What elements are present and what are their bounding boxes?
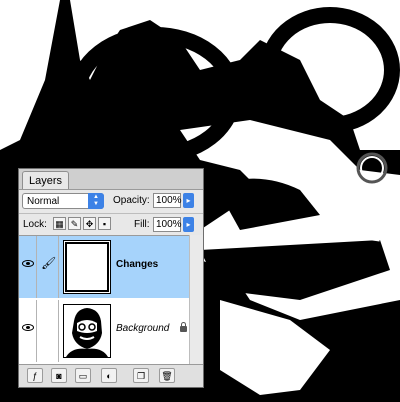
tab-layers[interactable]: Layers [22,171,70,189]
fill-field[interactable]: 100% [153,217,182,232]
lock-icon [180,322,187,332]
panel-tab-bar: Layers [19,169,203,190]
lock-paint-icon[interactable]: ✎ [68,217,81,230]
layer-thumbnail[interactable] [63,304,111,358]
layer-name: Changes [116,259,159,270]
new-group-icon[interactable]: ▭ [75,368,91,383]
blend-mode-select[interactable]: Normal ▲ ▼ [22,193,104,209]
layer-style-icon[interactable]: ƒ [27,368,43,383]
opacity-slider-button[interactable]: ▸ [183,193,194,208]
blend-mode-value: Normal [27,196,60,207]
blend-opacity-row: Normal ▲ ▼ Opacity: 100% ▸ [19,191,203,213]
select-arrows-icon[interactable]: ▲ ▼ [88,193,104,209]
layer-row-background[interactable]: Background [19,300,203,362]
layers-bottom-toolbar: ƒ ◙ ▭ ◐ ❐ 🗑 [19,364,203,387]
layer-name: Background [116,323,170,334]
layer-mask-icon[interactable]: ◙ [51,368,67,383]
layers-panel: Layers Normal ▲ ▼ Opacity: 100% ▸ Lock: ▦… [18,168,204,388]
fill-slider-button[interactable]: ▸ [183,217,194,232]
layer-status-cell[interactable] [37,300,59,362]
brush-icon: 🖌 [41,256,57,270]
opacity-field[interactable]: 100% [153,193,182,208]
layer-thumbnail[interactable] [63,240,111,294]
layers-list: 🖌 Changes Background [19,235,203,367]
eye-icon [22,260,34,267]
eye-icon [22,324,34,331]
trash-icon[interactable]: 🗑 [159,368,175,383]
new-layer-icon[interactable]: ❐ [133,368,149,383]
visibility-toggle[interactable] [19,300,37,362]
layers-scrollbar[interactable] [189,235,203,365]
layer-row-changes[interactable]: 🖌 Changes [19,236,203,298]
lock-fill-row: Lock: ▦ ✎ ✥ ▪ Fill: 100% ▸ [19,213,203,236]
layer-status-cell[interactable]: 🖌 [37,236,59,298]
portrait-thumbnail-image [64,305,110,357]
lock-transparent-icon[interactable]: ▦ [53,217,66,230]
visibility-toggle[interactable] [19,236,37,298]
fill-label: Fill: [134,219,150,230]
lock-all-icon[interactable]: ▪ [98,217,111,230]
lock-label: Lock: [23,219,47,230]
adjustment-layer-icon[interactable]: ◐ [101,368,117,383]
opacity-label: Opacity: [113,195,150,206]
lock-move-icon[interactable]: ✥ [83,217,96,230]
